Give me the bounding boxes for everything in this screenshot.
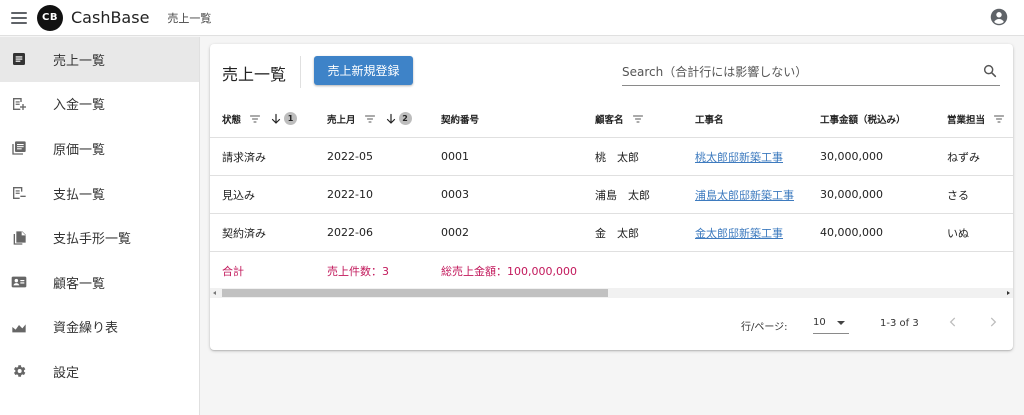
cell-sales-month: 2022-05 bbox=[327, 150, 373, 163]
column-header-status[interactable]: 状態 1 bbox=[222, 100, 298, 137]
area-chart-icon bbox=[11, 319, 27, 335]
table-row[interactable]: 見込み 2022-10 0003 浦島 太郎 浦島太郎邸新築工事 30,000,… bbox=[210, 176, 1013, 214]
total-sum: 総売上金額：100,000,000 bbox=[441, 265, 577, 278]
sidebar-item-label: 支払一覧 bbox=[53, 187, 106, 203]
sort-order-badge: 1 bbox=[284, 112, 298, 125]
receipt-icon bbox=[11, 51, 27, 67]
cell-contract-number: 0001 bbox=[441, 150, 469, 163]
cell-sales-rep: ねずみ bbox=[947, 150, 980, 164]
cell-customer: 金 太郎 bbox=[595, 226, 639, 240]
sort-order-badge: 2 bbox=[398, 112, 412, 125]
sales-table: 状態 1 売上月 2 契約番号 顧客名 工事名 工事金額（税込み） 営業担当 請… bbox=[210, 100, 1013, 290]
card-toolbar: 売上一覧 売上新規登録 bbox=[210, 44, 1013, 100]
app-bar: CB CashBase 売上一覧 bbox=[0, 0, 1024, 36]
sidebar-item-label: 支払手形一覧 bbox=[53, 232, 132, 248]
column-header-amount[interactable]: 工事金額（税込み） bbox=[820, 100, 906, 137]
project-link[interactable]: 金太郎邸新築工事 bbox=[695, 214, 783, 251]
column-header-contract-number[interactable]: 契約番号 bbox=[441, 100, 479, 137]
total-count: 売上件数：3 bbox=[327, 265, 389, 278]
post-add-icon bbox=[11, 96, 27, 112]
account-circle-icon[interactable] bbox=[990, 8, 1008, 26]
rows-per-page-value: 10 bbox=[813, 317, 826, 328]
sidebar-item-customers[interactable]: 顧客一覧 bbox=[0, 260, 199, 305]
filter-icon[interactable] bbox=[249, 113, 261, 125]
sidebar-item-label: 顧客一覧 bbox=[53, 276, 106, 292]
column-header-sales-rep[interactable]: 営業担当 bbox=[947, 100, 1005, 137]
column-header-project[interactable]: 工事名 bbox=[695, 100, 724, 137]
column-header-customer[interactable]: 顧客名 bbox=[595, 100, 644, 137]
sidebar-item-sales[interactable]: 売上一覧 bbox=[0, 37, 199, 82]
cell-status: 契約済み bbox=[222, 226, 266, 240]
cell-customer: 浦島 太郎 bbox=[595, 188, 650, 202]
search-field bbox=[622, 60, 1000, 86]
filter-icon[interactable] bbox=[364, 113, 376, 125]
cell-sales-rep: さる bbox=[947, 188, 969, 202]
cell-amount: 40,000,000 bbox=[820, 226, 883, 239]
cell-amount: 30,000,000 bbox=[820, 150, 883, 163]
cell-sales-rep: いぬ bbox=[947, 226, 969, 240]
file-copy-icon bbox=[11, 230, 27, 246]
filter-icon[interactable] bbox=[993, 113, 1005, 125]
project-link[interactable]: 桃太郎邸新築工事 bbox=[695, 138, 783, 175]
cell-contract-number: 0003 bbox=[441, 188, 469, 201]
sidebar: 売上一覧 入金一覧 原価一覧 支払一覧 支払手形一覧 顧客一覧 資金繰り表 設定 bbox=[0, 37, 200, 415]
horizontal-scrollbar[interactable] bbox=[210, 288, 1013, 298]
sidebar-item-label: 原価一覧 bbox=[53, 142, 106, 158]
rows-per-page-select[interactable]: 10 bbox=[813, 312, 849, 334]
sidebar-item-cashflow[interactable]: 資金繰り表 bbox=[0, 305, 199, 350]
scroll-left-icon[interactable] bbox=[213, 291, 216, 295]
new-sale-button[interactable]: 売上新規登録 bbox=[314, 56, 413, 85]
total-row: 合計 売上件数：3 総売上金額：100,000,000 bbox=[210, 252, 1013, 290]
sidebar-item-settings[interactable]: 設定 bbox=[0, 349, 199, 394]
page-range: 1-3 of 3 bbox=[880, 318, 919, 329]
note-remove-icon bbox=[11, 185, 27, 201]
sidebar-item-payments-received[interactable]: 入金一覧 bbox=[0, 82, 199, 127]
library-books-icon bbox=[11, 140, 27, 156]
table-row[interactable]: 契約済み 2022-06 0002 金 太郎 金太郎邸新築工事 40,000,0… bbox=[210, 214, 1013, 252]
caret-down-icon bbox=[837, 321, 845, 325]
app-logo: CB bbox=[37, 4, 63, 31]
rows-per-page-label: 行/ページ: bbox=[741, 322, 788, 333]
sidebar-item-label: 資金繰り表 bbox=[53, 321, 119, 337]
gear-icon bbox=[11, 363, 27, 379]
search-input[interactable] bbox=[622, 60, 972, 84]
sidebar-item-costs[interactable]: 原価一覧 bbox=[0, 126, 199, 171]
scrollbar-thumb[interactable] bbox=[222, 289, 608, 297]
cell-status: 見込み bbox=[222, 188, 255, 202]
scroll-right-icon[interactable] bbox=[1007, 291, 1010, 295]
filter-icon[interactable] bbox=[632, 113, 644, 125]
chevron-left-icon[interactable] bbox=[946, 314, 960, 330]
contact-card-icon bbox=[11, 274, 27, 290]
cell-customer: 桃 太郎 bbox=[595, 150, 639, 164]
table-header-row: 状態 1 売上月 2 契約番号 顧客名 工事名 工事金額（税込み） 営業担当 bbox=[210, 100, 1013, 138]
total-label: 合計 bbox=[222, 265, 244, 278]
cell-sales-month: 2022-06 bbox=[327, 226, 373, 239]
cell-amount: 30,000,000 bbox=[820, 188, 883, 201]
sidebar-item-payments[interactable]: 支払一覧 bbox=[0, 171, 199, 216]
page-breadcrumb: 売上一覧 bbox=[167, 11, 212, 25]
title-divider bbox=[300, 56, 301, 88]
project-link[interactable]: 浦島太郎邸新築工事 bbox=[695, 176, 794, 213]
sidebar-item-label: 設定 bbox=[53, 365, 80, 381]
arrow-down-icon[interactable] bbox=[270, 113, 282, 125]
menu-icon[interactable] bbox=[11, 11, 27, 24]
chevron-right-icon[interactable] bbox=[986, 314, 1000, 330]
sidebar-item-bills-payable[interactable]: 支払手形一覧 bbox=[0, 215, 199, 260]
page-title: 売上一覧 bbox=[222, 65, 287, 84]
cell-sales-month: 2022-10 bbox=[327, 188, 373, 201]
cell-status: 請求済み bbox=[222, 150, 266, 164]
table-row[interactable]: 請求済み 2022-05 0001 桃 太郎 桃太郎邸新築工事 30,000,0… bbox=[210, 138, 1013, 176]
sidebar-item-label: 売上一覧 bbox=[53, 53, 106, 69]
pagination: 行/ページ: 10 1-3 of 3 bbox=[210, 298, 1013, 350]
search-icon[interactable] bbox=[982, 63, 998, 79]
app-title: CashBase bbox=[71, 8, 150, 27]
sidebar-item-label: 入金一覧 bbox=[53, 98, 106, 114]
sales-list-card: 売上一覧 売上新規登録 状態 1 売上月 bbox=[210, 44, 1013, 350]
cell-contract-number: 0002 bbox=[441, 226, 469, 239]
arrow-down-icon[interactable] bbox=[385, 113, 397, 125]
column-header-sales-month[interactable]: 売上月 2 bbox=[327, 100, 412, 137]
